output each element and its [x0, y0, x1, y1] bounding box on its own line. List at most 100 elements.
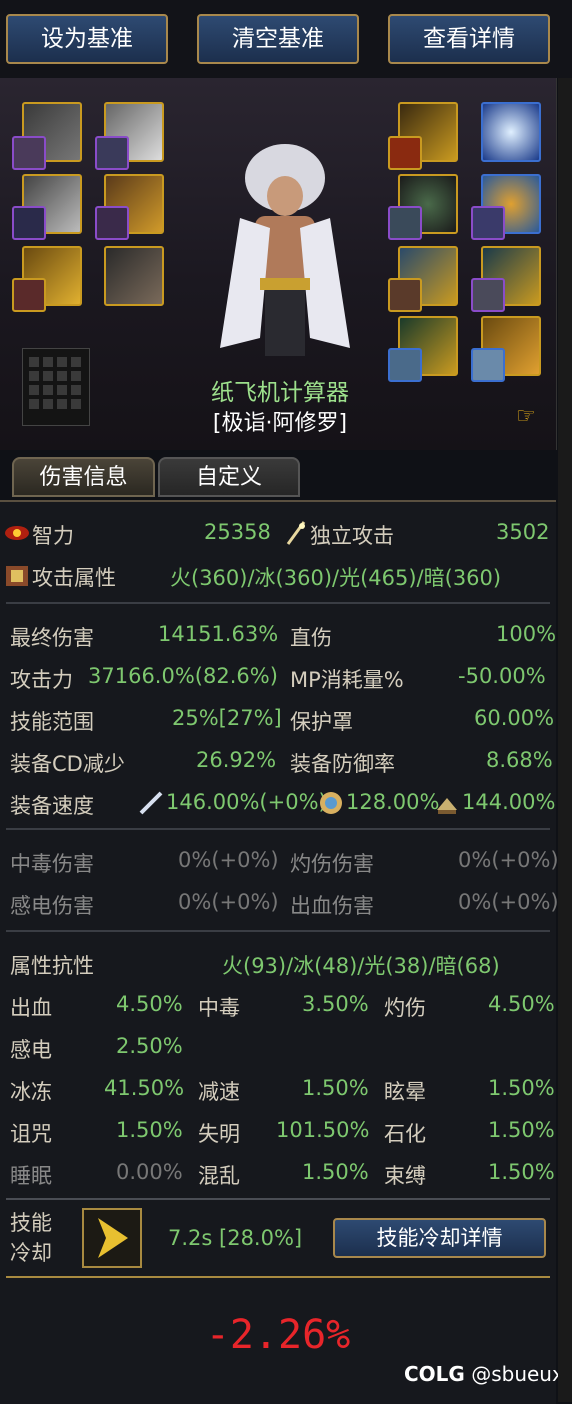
brand-handle: @sbueux — [471, 1362, 564, 1386]
stun-resist-label: 眩晕 — [384, 1080, 426, 1104]
skill-cooldown-label: 技能 冷却 — [10, 1211, 52, 1265]
intelligence-value: 25358 — [204, 520, 271, 544]
clear-baseline-button[interactable]: 清空基准 — [197, 14, 359, 64]
equipment-slot-creature[interactable] — [12, 278, 46, 312]
character-panel: 纸飞机计算器 [极诣·阿修罗] ☞ — [0, 78, 557, 450]
bleed-resist-label: 出血 — [10, 996, 52, 1020]
confuse-resist-label: 混乱 — [198, 1164, 240, 1188]
equipment-slot-emblem-1[interactable] — [388, 136, 422, 170]
sleep-resist-value: 0.00% — [116, 1160, 183, 1184]
equip-defense-value: 8.68% — [486, 748, 553, 772]
divider — [6, 1276, 550, 1278]
blind-resist-value: 101.50% — [276, 1118, 370, 1142]
mp-cost-value: -50.00% — [458, 664, 546, 688]
confuse-resist-value: 1.50% — [302, 1160, 369, 1184]
equipment-slot-emblem-3[interactable] — [471, 206, 505, 240]
tab-custom[interactable]: 自定义 — [158, 457, 300, 497]
character-sprite — [220, 144, 350, 356]
final-damage-label: 最终伤害 — [10, 626, 94, 650]
burn-resist-label: 灼伤 — [384, 996, 426, 1020]
direct-damage-label: 直伤 — [290, 626, 332, 650]
equip-cd-label: 装备CD减少 — [10, 752, 125, 776]
skill-icon[interactable] — [82, 1208, 142, 1268]
attack-power-label: 攻击力 — [10, 668, 73, 692]
equipment-slot-title-right[interactable] — [481, 102, 541, 162]
character-name: 纸飞机计算器 — [211, 380, 349, 406]
stats-panel: 智力 25358 独立攻击 3502 攻击属性 火(360)/冰(360)/光(… — [0, 500, 564, 1404]
brand-watermark: COLG @sbueux — [404, 1362, 564, 1386]
skill-cooldown-details-button[interactable]: 技能冷却详情 — [333, 1218, 546, 1258]
chevron-right-icon — [98, 1218, 128, 1258]
bleed-damage-value: 0%(+0%) — [458, 890, 559, 914]
equipment-slot-emblem-5[interactable] — [471, 278, 505, 312]
freeze-resist-value: 41.50% — [104, 1076, 185, 1100]
curse-resist-value: 1.50% — [116, 1118, 183, 1142]
tab-bar: 伤害信息 自定义 — [0, 452, 556, 500]
equipment-slot-emblem-2[interactable] — [388, 206, 422, 240]
shock-resist-label: 感电 — [10, 1038, 52, 1062]
freeze-resist-label: 冰冻 — [10, 1080, 52, 1104]
direct-damage-value: 100% — [496, 622, 557, 646]
skill-cooldown-value: 7.2s [28.0%] — [168, 1226, 303, 1250]
equipment-slot-avatar-1[interactable] — [12, 206, 46, 240]
petrify-resist-label: 石化 — [384, 1122, 426, 1146]
burn-damage-value: 0%(+0%) — [458, 848, 559, 872]
stun-resist-value: 1.50% — [488, 1076, 555, 1100]
bleed-resist-value: 4.50% — [116, 992, 183, 1016]
equipment-slot-avatar-2[interactable] — [95, 206, 129, 240]
slow-resist-value: 1.50% — [302, 1076, 369, 1100]
cast-speed-icon — [320, 792, 342, 814]
blind-resist-label: 失明 — [198, 1122, 240, 1146]
shield-label: 保护罩 — [290, 710, 353, 734]
skill-range-value: 25%[27%] — [172, 706, 282, 730]
attack-element-value: 火(360)/冰(360)/光(465)/暗(360) — [170, 566, 502, 590]
move-speed-value: 144.00% — [462, 790, 556, 814]
element-attack-icon — [6, 566, 28, 586]
colg-logo: COLG — [404, 1362, 465, 1386]
equipment-slot-shoes[interactable] — [104, 246, 164, 306]
equip-speed-label: 装备速度 — [10, 794, 94, 818]
shock-damage-label: 感电伤害 — [10, 894, 94, 918]
inventory-grid-icon[interactable] — [22, 348, 90, 426]
poison-resist-label: 中毒 — [198, 996, 240, 1020]
set-baseline-button[interactable]: 设为基准 — [6, 14, 168, 64]
burn-damage-label: 灼伤伤害 — [290, 852, 374, 876]
shield-value: 60.00% — [474, 706, 555, 730]
pointing-hand-icon[interactable]: ☞ — [516, 404, 536, 429]
shock-damage-value: 0%(+0%) — [178, 890, 279, 914]
equipment-slot-title[interactable] — [12, 136, 46, 170]
equip-cd-value: 26.92% — [196, 748, 277, 772]
poison-resist-value: 3.50% — [302, 992, 369, 1016]
mp-cost-label: MP消耗量% — [290, 668, 404, 692]
equipment-slot-emblem-7[interactable] — [471, 348, 505, 382]
intelligence-label: 智力 — [32, 524, 74, 548]
move-speed-icon — [437, 798, 457, 814]
equipment-slot-pet[interactable] — [95, 136, 129, 170]
divider — [6, 1198, 550, 1200]
tab-damage-info[interactable]: 伤害信息 — [12, 457, 155, 497]
poison-damage-value: 0%(+0%) — [178, 848, 279, 872]
final-damage-value: 14151.63% — [158, 622, 279, 646]
divider — [6, 930, 550, 932]
independent-attack-label: 独立攻击 — [310, 524, 394, 548]
eye-icon — [5, 526, 29, 540]
divider — [6, 602, 550, 604]
curse-resist-label: 诅咒 — [10, 1122, 52, 1146]
attack-speed-icon — [139, 791, 163, 815]
attack-element-label: 攻击属性 — [32, 566, 116, 590]
poison-damage-label: 中毒伤害 — [10, 852, 94, 876]
bind-resist-value: 1.50% — [488, 1160, 555, 1184]
top-toolbar: 设为基准 清空基准 查看详情 — [0, 0, 572, 78]
element-resist-value: 火(93)/冰(48)/光(38)/暗(68) — [222, 954, 500, 978]
character-class: [极诣·阿修罗] — [212, 411, 348, 436]
cast-speed-value: 128.00% — [346, 790, 440, 814]
scrollbar[interactable] — [558, 78, 572, 1402]
divider — [6, 828, 550, 830]
equipment-slot-emblem-4[interactable] — [388, 278, 422, 312]
view-details-button[interactable]: 查看详情 — [388, 14, 550, 64]
attack-power-value: 37166.0%(82.6%) — [88, 664, 278, 688]
burn-resist-value: 4.50% — [488, 992, 555, 1016]
sleep-resist-label: 睡眠 — [10, 1164, 52, 1188]
attack-speed-value: 146.00%(+0%) — [166, 790, 327, 814]
element-resist-label: 属性抗性 — [10, 954, 94, 978]
